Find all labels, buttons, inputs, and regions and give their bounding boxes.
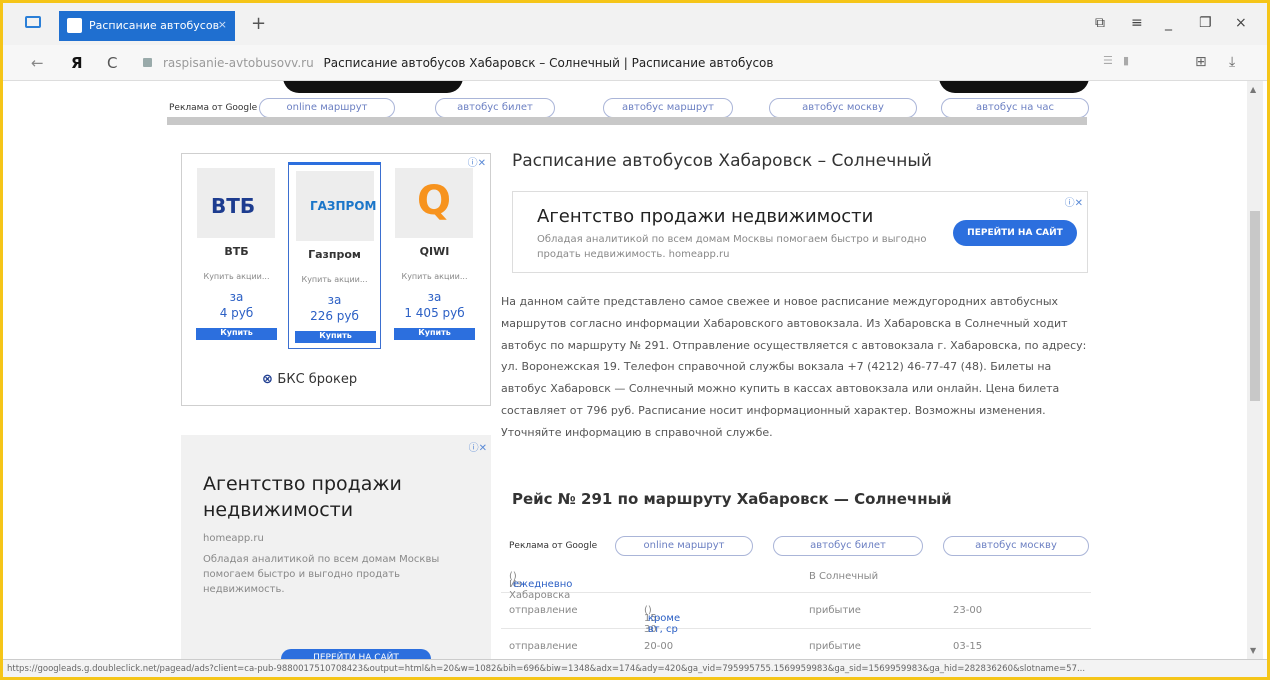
bank-card-vtb[interactable]: ВТБ ВТБ Купить акции... за 4 руб Купить xyxy=(190,162,283,349)
ad-pill[interactable]: автобус на час xyxy=(941,98,1089,118)
lock-icon xyxy=(143,58,152,67)
ad-label: Реклама от Google xyxy=(169,103,258,113)
back-button[interactable]: ← xyxy=(31,54,44,72)
bank-name: Газпром xyxy=(308,248,361,261)
ad-pill[interactable]: автобус москву xyxy=(769,98,917,118)
bank-card-qiwi[interactable]: Q QIWI Купить акции... за 1 405 руб Купи… xyxy=(388,162,481,349)
bank-za: за xyxy=(229,290,244,304)
divider xyxy=(167,117,1087,125)
ad-pill[interactable]: online маршрут xyxy=(259,98,395,118)
ad-pill[interactable]: online маршрут xyxy=(615,536,753,556)
tab-bar: Расписание автобусов × + ⧉ ≡ _ ❐ × xyxy=(3,3,1267,45)
scroll-up-icon[interactable]: ▲ xyxy=(1250,85,1256,94)
bank-price: 1 405 руб xyxy=(404,306,465,320)
bank-buy-text: Купить акции... xyxy=(301,275,368,284)
status-bar-url: https://googleads.g.doubleclick.net/page… xyxy=(3,659,1267,677)
url-field[interactable]: raspisanie-avtobusovv.ru Расписание авто… xyxy=(143,53,1148,75)
close-window-icon[interactable]: × xyxy=(1235,15,1247,31)
close-tab-icon[interactable]: × xyxy=(218,18,227,31)
route-description: На данном сайте представлено самое свеже… xyxy=(501,295,1087,439)
arrival-time: 03-15 xyxy=(953,641,983,652)
restore-icon[interactable]: ❐ xyxy=(1199,15,1212,31)
ad-strip-inline: Реклама от Google online маршрут автобус… xyxy=(501,535,1091,557)
download-icon[interactable]: ⤓ xyxy=(1229,54,1235,70)
menu-icon[interactable]: ≡ xyxy=(1131,15,1143,31)
bus-icon xyxy=(67,18,82,33)
to-label: В Солнечный xyxy=(809,571,879,582)
qiwi-logo: Q xyxy=(395,168,473,238)
buy-button[interactable]: Купить xyxy=(196,328,277,340)
adchoices-icon[interactable]: ⓘ✕ xyxy=(469,439,487,454)
ad-label: Реклама от Google xyxy=(509,541,598,551)
bank-price: 4 руб xyxy=(219,306,254,320)
gazprom-logo: ГАЗПРОМ xyxy=(296,171,376,241)
ad-pill[interactable]: автобус маршрут xyxy=(603,98,733,118)
route-heading: Рейс № 291 по маршруту Хабаровск — Солне… xyxy=(512,490,952,508)
ad-heading: Агентство продажи недвижимости xyxy=(537,206,874,227)
frequency-link[interactable]: ежедневно xyxy=(513,579,572,590)
bank-name: ВТБ xyxy=(224,245,249,258)
ad-domain: homeapp.ru xyxy=(203,533,264,544)
bank-name: QIWI xyxy=(419,245,450,258)
tab-active[interactable]: Расписание автобусов × xyxy=(59,11,235,41)
ad-text: Обладая аналитикой по всем домам Москвы … xyxy=(203,554,440,595)
arrival-time: 23-00 xyxy=(953,605,983,616)
url-page-title: Расписание автобусов Хабаровск – Солнечн… xyxy=(323,56,774,70)
reader-icon[interactable]: ☰ xyxy=(1103,54,1113,67)
browser-logo[interactable]: Я xyxy=(71,54,83,72)
departure-label: отправление xyxy=(509,605,578,616)
realty-ad-top[interactable]: ⓘ✕ Агентство продажи недвижимости Облада… xyxy=(512,191,1088,273)
schedule-header: Из Хабаровска (ежедневно) В Солнечный xyxy=(501,563,1091,601)
scroll-thumb[interactable] xyxy=(1250,211,1260,401)
page-content: Реклама от Google online маршрут автобус… xyxy=(163,81,1091,659)
buy-button[interactable]: Купить xyxy=(295,331,376,343)
ad-cta-button[interactable]: ПЕРЕЙТИ НА САЙТ xyxy=(281,649,431,659)
ad-text: Обладая аналитикой по всем домам Москвы … xyxy=(537,234,927,260)
buy-button[interactable]: Купить xyxy=(394,328,475,340)
header-graphic xyxy=(283,81,463,93)
realty-ad-side[interactable]: ⓘ✕ Агентство продажи недвижимости homeap… xyxy=(181,435,491,659)
adchoices-icon[interactable]: ⓘ✕ xyxy=(1065,194,1083,209)
vtb-logo: ВТБ xyxy=(197,168,275,238)
reload-button[interactable]: C xyxy=(107,54,117,72)
ad-cta-button[interactable]: ПЕРЕЙТИ НА САЙТ xyxy=(953,220,1077,246)
ad-heading: Агентство продажи недвижимости xyxy=(203,473,402,521)
ad-pill[interactable]: автобус билет xyxy=(435,98,555,118)
tabs-icon[interactable] xyxy=(25,16,41,28)
bank-price: 226 руб xyxy=(310,309,359,323)
minimize-icon[interactable]: _ xyxy=(1165,15,1172,31)
from-label: Из Хабаровска (ежедневно) xyxy=(509,571,573,601)
url-host: raspisanie-avtobusovv.ru xyxy=(163,56,314,70)
arrival-label: прибытие xyxy=(809,641,861,652)
bcs-broker-logo[interactable]: ⊗ БКС брокер xyxy=(262,372,357,387)
page-title: Расписание автобусов Хабаровск – Солнечн… xyxy=(512,151,932,171)
arrival-label: прибытие xyxy=(809,605,861,616)
table-row: отправление 15-30 (кроме вт, ср) прибыти… xyxy=(501,593,1091,635)
ad-pill[interactable]: автобус москву xyxy=(943,536,1089,556)
departure-time: 20-00 xyxy=(644,641,674,652)
ad-pill[interactable]: автобус билет xyxy=(773,536,923,556)
scrollbar[interactable]: ▲ ▼ xyxy=(1247,81,1263,659)
table-row: отправление 20-00 прибытие 03-15 xyxy=(501,629,1091,659)
browser-window: Расписание автобусов × + ⧉ ≡ _ ❐ × ← Я C… xyxy=(0,0,1270,680)
bank-buy-text: Купить акции... xyxy=(203,272,270,281)
bank-ad[interactable]: ⓘ✕ ВТБ ВТБ Купить акции... за 4 руб Купи… xyxy=(181,153,491,406)
bank-buy-text: Купить акции... xyxy=(401,272,468,281)
bank-za: за xyxy=(427,290,442,304)
bank-za: за xyxy=(327,293,342,307)
address-bar: ← Я C raspisanie-avtobusovv.ru Расписани… xyxy=(3,45,1267,81)
departure-label: отправление xyxy=(509,641,578,652)
new-tab-button[interactable]: + xyxy=(251,13,266,34)
bank-card-gazprom[interactable]: ГАЗПРОМ Газпром Купить акции... за 226 р… xyxy=(288,162,381,349)
scroll-down-icon[interactable]: ▼ xyxy=(1250,646,1256,655)
departure-time: 15-30 (кроме вт, ср) xyxy=(644,605,681,635)
tab-title: Расписание автобусов xyxy=(89,19,220,32)
bookmark-icon[interactable]: ▮ xyxy=(1123,54,1129,67)
bookmarks-icon[interactable]: ⧉ xyxy=(1095,15,1105,31)
translate-icon[interactable]: ⊞ xyxy=(1195,54,1207,70)
header-graphic xyxy=(939,81,1089,93)
